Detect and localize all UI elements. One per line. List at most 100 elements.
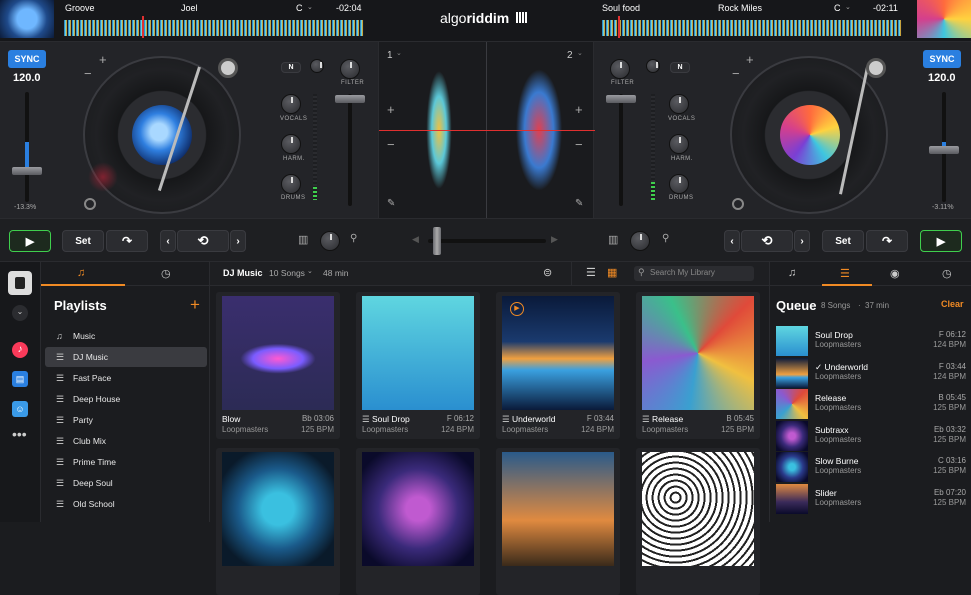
deck-left-loop-prev-button[interactable]: ‹ [160, 230, 176, 252]
library-card-soul-drop[interactable]: ☰ Soul Drop Loopmasters F 06:12 124 BPM [356, 292, 480, 439]
queue-row[interactable]: Slow Burne Loopmasters C 03:16 125 BPM [776, 452, 966, 482]
deck-right-artwork[interactable] [917, 0, 971, 38]
sidebar-item-prime-time[interactable]: ☰ Prime Time [45, 452, 207, 472]
filter-icon[interactable]: ⊜ [543, 266, 552, 279]
deck-left-number[interactable]: 1 [387, 50, 393, 61]
waveform-right-plus-icon[interactable]: + [575, 102, 583, 117]
pin-icon[interactable]: ⚲ [350, 233, 357, 244]
finder-icon[interactable]: ☺ [12, 401, 28, 417]
crossfader-track[interactable] [428, 239, 546, 243]
deck-left-filter-knob[interactable] [340, 59, 360, 79]
waveform-right-minus-icon[interactable]: − [575, 137, 583, 152]
deck-left-sync-button[interactable]: SYNC [8, 50, 46, 68]
pencil-icon[interactable]: ✎ [575, 198, 583, 209]
deck-right-minus-icon[interactable]: − [732, 66, 740, 81]
deck-right-jump-button[interactable]: ↷ [866, 230, 908, 252]
library-card-release[interactable]: ☰ Release Loopmasters B 05:45 125 BPM [636, 292, 760, 439]
queue-row[interactable]: Slider Loopmasters Eb 07:20 125 BPM [776, 483, 966, 514]
deck-left-key-knob[interactable] [310, 59, 324, 73]
queue-clear-button[interactable]: Clear [941, 299, 964, 309]
deck-left-n-button[interactable]: N [281, 62, 301, 73]
history-tab-icon[interactable]: ◷ [161, 267, 171, 280]
deck-right-volume-handle[interactable] [606, 95, 636, 103]
deck-right-plus-icon[interactable]: + [746, 52, 754, 67]
chevron-down-icon[interactable]: ⌄ [396, 49, 402, 57]
playlists-tab-icon[interactable]: ♫ [788, 267, 796, 279]
play-overlay-icon[interactable]: ▶ [510, 302, 524, 316]
deck-left-plus-icon[interactable]: + [99, 52, 107, 67]
sidebar-item-music[interactable]: ♫ Music [45, 326, 207, 346]
deck-right-harm-knob[interactable] [669, 134, 689, 154]
history-tab-icon[interactable]: ◷ [942, 267, 952, 280]
deck-right-loop-prev-button[interactable]: ‹ [724, 230, 740, 252]
deck-left-set-button[interactable]: Set [62, 230, 104, 252]
deck-right-filter-knob[interactable] [610, 59, 630, 79]
deck-right-n-button[interactable]: N [670, 62, 690, 73]
deck-right-volume-fader[interactable] [619, 94, 623, 206]
deck-right-overview-waveform[interactable] [602, 20, 902, 36]
queue-row[interactable]: Soul Drop Loopmasters F 06:12 124 BPM [776, 326, 966, 356]
crossfader-handle[interactable] [433, 227, 441, 255]
queue-row[interactable]: Subtraxx Loopmasters Eb 03:32 125 BPM [776, 420, 966, 451]
library-count[interactable]: 10 Songs [269, 268, 305, 278]
deck-right-loop-button[interactable]: ⟲ [741, 230, 793, 252]
sidebar-item-deep-soul[interactable]: ☰ Deep Soul [45, 473, 207, 493]
sidebar-item-old-school[interactable]: ☰ Old School [45, 494, 207, 514]
more-icon[interactable]: ••• [12, 426, 27, 442]
chevron-down-icon[interactable]: ⌄ [12, 305, 28, 321]
library-card-blow[interactable]: Blow Loopmasters Bb 03:06 125 BPM [216, 292, 340, 439]
queue-tab-icon[interactable]: ☰ [840, 267, 850, 280]
piano-icon[interactable]: ▥ [298, 233, 308, 246]
crossfader-right-icon[interactable]: ▶ [551, 234, 558, 245]
deck-left-drums-knob[interactable] [281, 174, 301, 194]
deck-right-sync-button[interactable]: SYNC [923, 50, 961, 68]
deck-left-artwork[interactable] [0, 0, 54, 38]
add-playlist-button[interactable]: + [190, 295, 200, 315]
sidebar-item-club-mix[interactable]: ☰ Club Mix [45, 431, 207, 451]
deck-left-jump-button[interactable]: ↷ [106, 230, 148, 252]
pencil-icon[interactable]: ✎ [387, 198, 395, 209]
waveform-left-minus-icon[interactable]: − [387, 137, 395, 152]
deck-right-bpm[interactable]: 120.0 [928, 72, 956, 84]
deck-right-cue-dot[interactable] [732, 198, 744, 210]
deck-right-fx-knob[interactable] [630, 231, 650, 251]
deck-left-volume-fader[interactable] [348, 94, 352, 206]
chevron-down-icon[interactable]: ⌄ [307, 3, 313, 11]
deck-left-play-button[interactable]: ▶ [9, 230, 51, 252]
deck-left-loop-next-button[interactable]: › [230, 230, 246, 252]
queue-row[interactable]: Release Loopmasters B 05:45 125 BPM [776, 389, 966, 419]
deck-left-pitch-handle[interactable] [12, 167, 42, 175]
center-waveform-panel[interactable]: 1 ⌄ 2 ⌄ + − + − ✎ ✎ [378, 42, 595, 218]
deck-left-cue-dot[interactable] [84, 198, 96, 210]
waveform-left-plus-icon[interactable]: + [387, 102, 395, 117]
deck-right-set-button[interactable]: Set [822, 230, 864, 252]
list-view-icon[interactable]: ☰ [586, 266, 596, 279]
deck-left-harm-knob[interactable] [281, 134, 301, 154]
deck-right-pitch-handle[interactable] [929, 146, 959, 154]
deck-right-key-knob[interactable] [646, 59, 660, 73]
deck-right-number[interactable]: 2 [567, 50, 573, 61]
automix-tab-icon[interactable]: ◉ [890, 267, 900, 280]
video-icon[interactable]: ▤ [12, 371, 28, 387]
apple-music-icon[interactable]: ♪ [12, 342, 28, 358]
sidebar-item-deep-house[interactable]: ☰ Deep House [45, 389, 207, 409]
playlists-tab-icon[interactable]: ♫ [77, 267, 85, 279]
deck-left-fx-knob[interactable] [320, 231, 340, 251]
search-input[interactable]: ⚲ Search My Library [634, 266, 754, 281]
deck-right-drums-knob[interactable] [669, 174, 689, 194]
sidebar-item-fast-pace[interactable]: ☰ Fast Pace [45, 368, 207, 388]
pin-icon[interactable]: ⚲ [662, 233, 669, 244]
deck-left-loop-button[interactable]: ⟲ [177, 230, 229, 252]
sidebar-item-party[interactable]: ☰ Party [45, 410, 207, 430]
deck-right-loop-next-button[interactable]: › [794, 230, 810, 252]
deck-right-vocals-knob[interactable] [669, 94, 689, 114]
piano-icon[interactable]: ▥ [608, 233, 618, 246]
chevron-down-icon[interactable]: ⌄ [577, 49, 583, 57]
crossfader-left-icon[interactable]: ◀ [412, 234, 419, 245]
grid-view-icon[interactable]: ▦ [607, 266, 617, 279]
chevron-down-icon[interactable]: ⌄ [307, 267, 313, 275]
deck-right-play-button[interactable]: ▶ [920, 230, 962, 252]
source-my-library[interactable] [8, 271, 32, 295]
deck-left-vocals-knob[interactable] [281, 94, 301, 114]
deck-left-minus-icon[interactable]: − [84, 66, 92, 81]
